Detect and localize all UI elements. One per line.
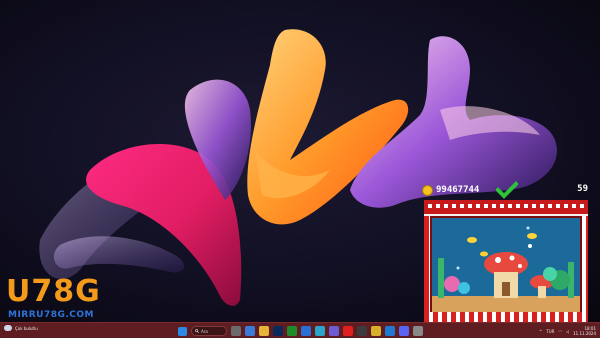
- checkmark-icon[interactable]: [496, 181, 518, 199]
- logo-wordmark: U78G: [6, 274, 101, 309]
- weather-text: Çok bulutlu: [15, 325, 38, 331]
- start-icon[interactable]: [178, 326, 187, 336]
- edge-icon[interactable]: [315, 326, 325, 336]
- search-placeholder: Ara: [201, 328, 208, 334]
- taskbar-apps: Ara: [178, 325, 423, 337]
- coin-icon: [422, 184, 433, 196]
- youtube-icon[interactable]: [343, 326, 353, 336]
- xbox-icon[interactable]: [287, 326, 297, 336]
- mail-icon[interactable]: [329, 326, 339, 336]
- widgets-icon[interactable]: [245, 326, 255, 336]
- chrome-icon[interactable]: [371, 326, 381, 336]
- search-box[interactable]: Ara: [191, 326, 227, 336]
- file-explorer-icon[interactable]: [259, 326, 269, 336]
- level-value: 59: [577, 184, 588, 194]
- cloud-icon: [4, 325, 12, 331]
- aquarium-scene: [432, 226, 580, 312]
- coin-amount: 99467744: [436, 185, 480, 195]
- language-indicator[interactable]: TUR: [546, 329, 554, 334]
- desktop[interactable]: U78G MIRRU78G.COM 99467744 59: [0, 0, 600, 322]
- aquarium-water: [430, 216, 582, 314]
- app-icon[interactable]: [357, 326, 367, 336]
- aquarium[interactable]: [424, 200, 588, 322]
- task-view-icon[interactable]: [231, 326, 241, 336]
- photoshop-icon[interactable]: [273, 326, 283, 336]
- chevron-up-icon[interactable]: ^: [539, 329, 542, 334]
- discord-icon[interactable]: [399, 326, 409, 336]
- system-tray: ^ TUR ◠ ◁ 18:01 11.11.2024: [539, 325, 596, 337]
- aquarium-roof: [424, 200, 588, 216]
- watermark-logo: U78G MIRRU78G.COM: [6, 276, 132, 322]
- clock[interactable]: 18:01 11.11.2024: [573, 326, 596, 336]
- weather-widget[interactable]: Çok bulutlu: [4, 325, 38, 331]
- logo-url: MIRRU78G.COM: [8, 310, 95, 320]
- aquarium-base: [424, 312, 588, 322]
- settings-icon[interactable]: [413, 326, 423, 336]
- fish-tank-widget[interactable]: 99467744 59: [418, 180, 594, 322]
- volume-icon[interactable]: ◁: [566, 329, 569, 334]
- store-icon[interactable]: [301, 326, 311, 336]
- taskbar: Çok bulutlu Ara ^ TUR ◠ ◁ 18:01 11.11.20…: [0, 322, 600, 338]
- coin-counter: 99467744: [422, 183, 479, 197]
- wifi-icon[interactable]: ◠: [559, 329, 563, 334]
- vscode-icon[interactable]: [385, 326, 395, 336]
- clock-date: 11.11.2024: [573, 331, 596, 336]
- search-icon: [195, 329, 199, 333]
